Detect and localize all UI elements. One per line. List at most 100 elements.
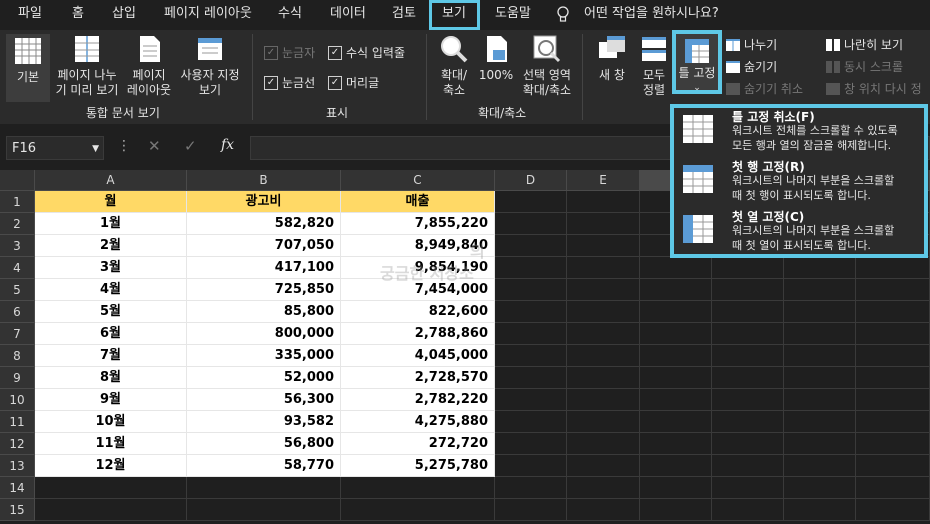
data-cell[interactable]: 2월 [35, 235, 187, 257]
empty-cell[interactable] [640, 411, 712, 433]
data-cell[interactable]: 56,300 [187, 389, 341, 411]
empty-cell[interactable] [495, 367, 567, 389]
empty-cell[interactable] [784, 367, 856, 389]
empty-cell[interactable] [341, 499, 495, 521]
empty-cell[interactable] [35, 477, 187, 499]
row-header[interactable]: 14 [0, 477, 35, 499]
empty-cell[interactable] [495, 499, 567, 521]
empty-cell[interactable] [640, 499, 712, 521]
data-cell[interactable]: 582,820 [187, 213, 341, 235]
data-cell[interactable]: 9월 [35, 389, 187, 411]
data-cell[interactable]: 56,800 [187, 433, 341, 455]
split-button[interactable]: 나누기 [726, 36, 777, 53]
select-all-corner[interactable] [0, 170, 35, 191]
empty-cell[interactable] [712, 323, 784, 345]
tab-insert[interactable]: 삽입 [112, 0, 136, 30]
more-icon[interactable]: ⋮ [117, 138, 131, 154]
header-cell[interactable]: 매출 [341, 191, 495, 213]
empty-cell[interactable] [856, 389, 930, 411]
column-header-b[interactable]: B [187, 170, 341, 191]
data-cell[interactable]: 5월 [35, 301, 187, 323]
data-cell[interactable]: 85,800 [187, 301, 341, 323]
empty-cell[interactable] [567, 213, 640, 235]
empty-cell[interactable] [567, 301, 640, 323]
empty-cell[interactable] [712, 499, 784, 521]
empty-cell[interactable] [495, 323, 567, 345]
empty-cell[interactable] [495, 301, 567, 323]
empty-cell[interactable] [856, 345, 930, 367]
empty-cell[interactable] [640, 455, 712, 477]
arrange-all-button[interactable]: 모두 정렬 [638, 34, 670, 98]
view-side-by-side-button[interactable]: 나란히 보기 [826, 36, 903, 53]
data-cell[interactable]: 5,275,780 [341, 455, 495, 477]
empty-cell[interactable] [856, 499, 930, 521]
tab-file[interactable]: 파일 [18, 0, 42, 30]
tab-view[interactable]: 보기 [442, 0, 466, 30]
data-cell[interactable]: 707,050 [187, 235, 341, 257]
gridlines-checkbox[interactable]: ✓ 눈금선 [264, 74, 315, 91]
row-header[interactable]: 4 [0, 257, 35, 279]
row-header[interactable]: 7 [0, 323, 35, 345]
new-window-button[interactable]: 새 창 [592, 34, 632, 83]
empty-cell[interactable] [712, 411, 784, 433]
cancel-icon[interactable]: ✕ [148, 137, 161, 155]
header-cell[interactable]: 월 [35, 191, 187, 213]
empty-cell[interactable] [567, 367, 640, 389]
data-cell[interactable]: 272,720 [341, 433, 495, 455]
empty-cell[interactable] [784, 477, 856, 499]
empty-cell[interactable] [784, 323, 856, 345]
data-cell[interactable]: 12월 [35, 455, 187, 477]
formula-bar-checkbox[interactable]: ✓ 수식 입력줄 [328, 44, 405, 61]
empty-cell[interactable] [784, 433, 856, 455]
empty-cell[interactable] [784, 301, 856, 323]
empty-cell[interactable] [567, 477, 640, 499]
tab-page-layout[interactable]: 페이지 레이아웃 [164, 0, 252, 30]
empty-cell[interactable] [856, 257, 930, 279]
zoom-selection-button[interactable]: 선택 영역 확대/축소 [518, 34, 576, 98]
data-cell[interactable]: 8월 [35, 367, 187, 389]
data-cell[interactable]: 725,850 [187, 279, 341, 301]
freeze-top-row-item[interactable]: 첫 행 고정(R) 워크시트의 나머지 부분을 스크롤할 때 첫 행이 표시되도록… [682, 158, 922, 206]
empty-cell[interactable] [784, 455, 856, 477]
data-cell[interactable]: 2,782,220 [341, 389, 495, 411]
empty-cell[interactable] [856, 455, 930, 477]
empty-cell[interactable] [567, 257, 640, 279]
empty-cell[interactable] [567, 455, 640, 477]
empty-cell[interactable] [784, 279, 856, 301]
empty-cell[interactable] [495, 389, 567, 411]
empty-cell[interactable] [495, 279, 567, 301]
row-header[interactable]: 5 [0, 279, 35, 301]
empty-cell[interactable] [640, 279, 712, 301]
data-cell[interactable]: 4월 [35, 279, 187, 301]
sync-scroll-button[interactable]: 동시 스크롤 [826, 58, 903, 75]
zoom-100-button[interactable]: 100% [478, 34, 514, 83]
empty-cell[interactable] [567, 433, 640, 455]
tell-me-search[interactable]: 어떤 작업을 원하시나요? [584, 0, 719, 30]
page-layout-view-button[interactable]: 페이지 레이아웃 [124, 34, 174, 98]
empty-cell[interactable] [495, 477, 567, 499]
data-cell[interactable]: 417,100 [187, 257, 341, 279]
column-header-a[interactable]: A [35, 170, 187, 191]
empty-cell[interactable] [712, 455, 784, 477]
empty-cell[interactable] [640, 433, 712, 455]
empty-cell[interactable] [784, 389, 856, 411]
empty-cell[interactable] [187, 477, 341, 499]
empty-cell[interactable] [856, 411, 930, 433]
empty-cell[interactable] [856, 433, 930, 455]
data-cell[interactable]: 2,788,860 [341, 323, 495, 345]
data-cell[interactable]: 10월 [35, 411, 187, 433]
empty-cell[interactable] [712, 389, 784, 411]
tab-review[interactable]: 검토 [392, 0, 416, 30]
empty-cell[interactable] [856, 477, 930, 499]
empty-cell[interactable] [640, 477, 712, 499]
row-header[interactable]: 8 [0, 345, 35, 367]
empty-cell[interactable] [567, 345, 640, 367]
freeze-panes-button[interactable]: 틀 고정 ⌄ [672, 30, 722, 94]
empty-cell[interactable] [712, 367, 784, 389]
empty-cell[interactable] [567, 191, 640, 213]
empty-cell[interactable] [856, 301, 930, 323]
tab-help[interactable]: 도움말 [495, 0, 531, 30]
empty-cell[interactable] [495, 235, 567, 257]
row-header[interactable]: 6 [0, 301, 35, 323]
empty-cell[interactable] [640, 345, 712, 367]
